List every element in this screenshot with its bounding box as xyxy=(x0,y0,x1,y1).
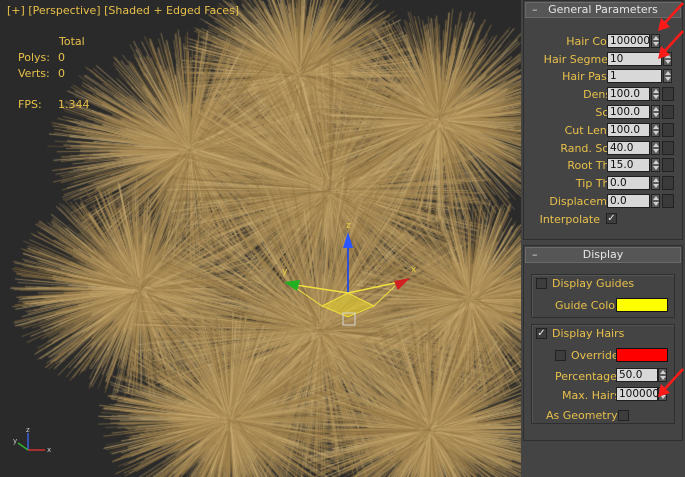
display-header[interactable]: – Display xyxy=(525,247,681,263)
polys-value: 0 xyxy=(58,51,65,64)
interpolate-label: Interpolate xyxy=(539,213,600,226)
scale-row: Scale 100.0 xyxy=(522,104,682,120)
collapse-icon: – xyxy=(532,248,538,261)
root-thick-field[interactable]: 15.0 xyxy=(607,158,650,172)
display-hairs-label: Display Hairs xyxy=(552,327,625,340)
density-row: Density 100.0 xyxy=(522,86,682,102)
display-rollout: – Display Display Guides Guide Color ✓ D… xyxy=(523,245,683,441)
rand-scale-spinner[interactable] xyxy=(651,141,660,155)
hair-passes-field[interactable]: 1 xyxy=(607,69,662,83)
interpolate-checkbox[interactable]: ✓ xyxy=(606,213,617,224)
gizmo-y-axis-line xyxy=(295,284,349,294)
hair-render xyxy=(0,0,521,477)
rand-scale-field[interactable]: 40.0 xyxy=(607,141,650,155)
gizmo-x-label: x xyxy=(411,265,417,275)
collapse-icon: – xyxy=(532,3,538,16)
modifier-panel: – General Parameters Hair Count 1000000 … xyxy=(521,0,685,477)
tip-thick-row: Tip Thick 0.0 xyxy=(522,175,682,191)
tripod-y-label: y xyxy=(13,437,17,445)
display-hairs-checkbox[interactable]: ✓ xyxy=(536,328,547,339)
gizmo-z-label: z xyxy=(346,221,351,231)
as-geometry-checkbox[interactable] xyxy=(618,410,629,421)
cut-length-spinner[interactable] xyxy=(651,123,660,137)
root-thick-row: Root Thick 15.0 xyxy=(522,157,682,173)
override-checkbox[interactable] xyxy=(555,350,566,361)
fps-label: FPS: xyxy=(18,98,42,111)
density-field[interactable]: 100.0 xyxy=(607,87,650,101)
interpolate-row: Interpolate ✓ xyxy=(522,211,682,227)
tip-thick-map-button[interactable] xyxy=(662,176,674,190)
viewport-menu-plus[interactable]: [+] xyxy=(7,4,25,17)
tip-thick-field[interactable]: 0.0 xyxy=(607,176,650,190)
override-label: Override: xyxy=(571,349,623,362)
perspective-viewport[interactable]: [+] [Perspective] [Shaded + Edged Faces]… xyxy=(0,0,521,477)
rand-scale-row: Rand. Scale 40.0 xyxy=(522,140,682,156)
displacement-field[interactable]: 0.0 xyxy=(607,194,650,208)
gizmo-x-axis-line xyxy=(347,282,396,294)
as-geometry-label: As Geometry xyxy=(546,409,618,422)
rand-scale-map-button[interactable] xyxy=(662,141,674,155)
displacement-map-button[interactable] xyxy=(662,194,674,208)
scale-field[interactable]: 100.0 xyxy=(607,105,650,119)
annotation-arrow-max-hairs xyxy=(658,368,684,397)
max-hairs-label: Max. Hairs xyxy=(562,389,621,402)
cut-length-field[interactable]: 100.0 xyxy=(607,123,650,137)
displacement-spinner[interactable] xyxy=(651,194,660,208)
display-guides-label: Display Guides xyxy=(552,277,635,290)
tripod-x-label: x xyxy=(47,446,51,454)
root-thick-spinner[interactable] xyxy=(651,158,660,172)
general-parameters-title: General Parameters xyxy=(548,3,658,16)
gizmo-z-arrow xyxy=(343,232,353,248)
viewport-view-menu[interactable]: [Perspective] xyxy=(28,4,100,17)
guide-color-swatch[interactable] xyxy=(616,298,668,312)
viewport-shading-menu[interactable]: [Shaded + Edged Faces] xyxy=(104,4,239,17)
percentage-label: Percentage xyxy=(555,370,617,383)
viewport-label: [+] [Perspective] [Shaded + Edged Faces] xyxy=(7,4,239,17)
annotation-arrow-hair-segments xyxy=(658,30,684,59)
hair-passes-spinner[interactable] xyxy=(663,69,672,83)
display-guides-checkbox[interactable] xyxy=(536,278,547,289)
guide-color-label: Guide Color xyxy=(555,299,620,312)
max-hairs-field[interactable]: 100000 xyxy=(616,387,658,401)
cut-length-row: Cut Length 100.0 xyxy=(522,122,682,138)
cut-length-map-button[interactable] xyxy=(662,123,674,137)
move-gizmo[interactable]: x y z xyxy=(270,218,430,333)
hair-count-field[interactable]: 1000000 xyxy=(607,34,650,48)
gizmo-x-arrow xyxy=(394,278,410,290)
hair-passes-row: Hair Passes 1 xyxy=(522,68,682,84)
density-map-button[interactable] xyxy=(662,87,674,101)
fps-value: 1.344 xyxy=(58,98,90,111)
scale-spinner[interactable] xyxy=(651,105,660,119)
tip-thick-spinner[interactable] xyxy=(651,176,660,190)
verts-label: Verts: xyxy=(18,67,50,80)
gizmo-y-label: y xyxy=(282,267,288,277)
density-spinner[interactable] xyxy=(651,87,660,101)
stats-total-header: Total xyxy=(59,35,85,48)
display-title: Display xyxy=(582,248,624,261)
polys-label: Polys: xyxy=(18,51,50,64)
display-guides-group: Display Guides Guide Color xyxy=(531,274,675,318)
axis-tripod: z x y xyxy=(13,426,51,454)
stats-verts-row: Verts: 0 xyxy=(18,67,65,80)
displacement-row: Displacement 0.0 xyxy=(522,193,682,209)
stats-polys-row: Polys: 0 xyxy=(18,51,65,64)
scale-map-button[interactable] xyxy=(662,105,674,119)
root-thick-map-button[interactable] xyxy=(662,158,674,172)
override-color-swatch[interactable] xyxy=(616,348,668,362)
percentage-field[interactable]: 50.0 xyxy=(616,368,658,382)
verts-value: 0 xyxy=(58,67,65,80)
tripod-z-label: z xyxy=(26,426,30,434)
stats-fps-row: FPS: 1.344 xyxy=(18,98,90,111)
